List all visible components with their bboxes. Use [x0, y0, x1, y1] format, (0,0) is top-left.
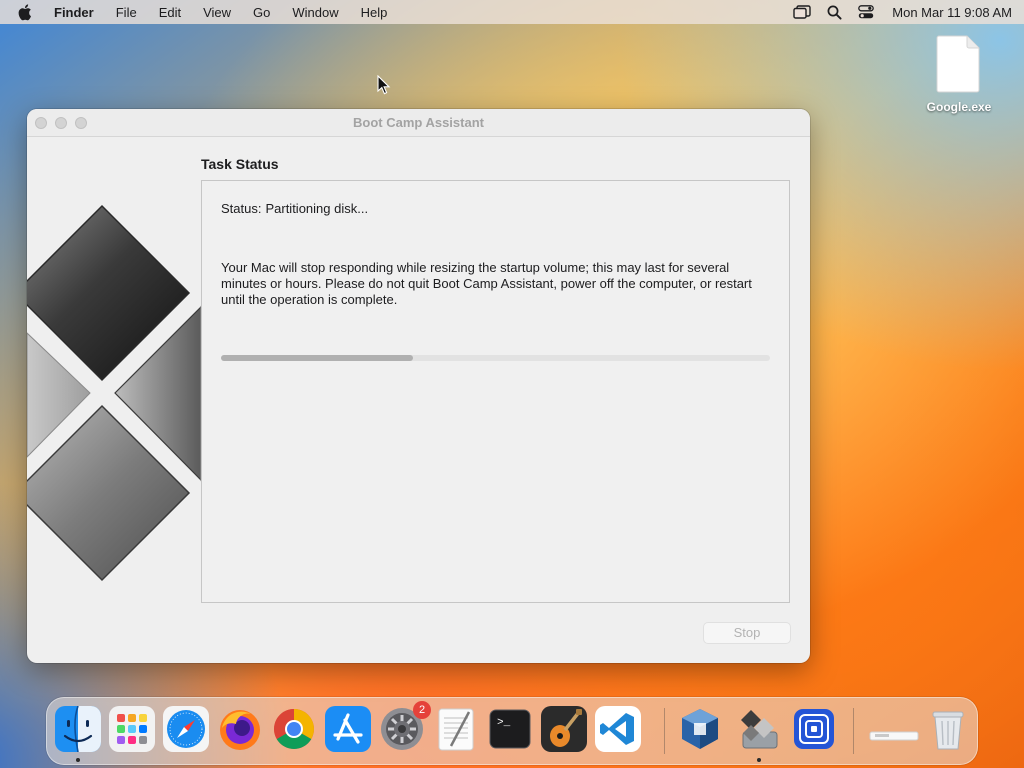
dock-trash-icon[interactable]: [925, 706, 971, 752]
dock-boot-camp-assistant-icon[interactable]: [737, 706, 783, 752]
control-center-icon[interactable]: [858, 5, 875, 19]
dock-firefox-icon[interactable]: [217, 706, 263, 752]
menu-app-finder[interactable]: Finder: [54, 5, 94, 20]
status-value: Partitioning disk...: [265, 201, 369, 216]
dock-app-store-icon[interactable]: [325, 706, 371, 752]
window-titlebar[interactable]: Boot Camp Assistant: [27, 109, 810, 137]
window-title: Boot Camp Assistant: [353, 115, 484, 130]
dock-downloads-stack-icon[interactable]: [869, 706, 919, 752]
desktop-file-label: Google.exe: [926, 100, 992, 114]
dock-garageband-icon[interactable]: [541, 706, 587, 752]
menu-edit[interactable]: Edit: [159, 5, 181, 20]
progress-bar-fill: [221, 355, 414, 361]
status-line: Status: Partitioning disk...: [221, 201, 368, 216]
dock-chrome-icon[interactable]: [271, 706, 317, 752]
dock-running-indicator: [76, 758, 80, 762]
task-status-panel: Status: Partitioning disk... Your Mac wil…: [201, 180, 790, 603]
progress-bar: [221, 355, 770, 361]
apple-menu-icon[interactable]: [18, 3, 36, 21]
spotlight-search-icon[interactable]: [827, 5, 842, 20]
dock: 2 >_: [46, 697, 978, 765]
dock-vscode-icon[interactable]: [595, 706, 641, 752]
dock-app-blue-icon[interactable]: [791, 706, 837, 752]
menu-go[interactable]: Go: [253, 5, 270, 20]
menu-bar-clock[interactable]: Mon Mar 11 9:08 AM: [892, 5, 1012, 20]
screen-mirroring-icon[interactable]: [793, 5, 811, 19]
menu-view[interactable]: View: [203, 5, 231, 20]
warning-message: Your Mac will stop responding while resi…: [221, 260, 752, 307]
dock-separator: [853, 708, 854, 754]
mouse-pointer-icon: [377, 74, 391, 95]
boot-camp-assistant-window: Boot Camp Assistant Task Status Status: …: [27, 109, 810, 663]
menu-window[interactable]: Window: [292, 5, 338, 20]
task-status-heading: Task Status: [201, 156, 279, 172]
dock-system-settings-icon[interactable]: 2: [379, 701, 431, 752]
document-icon: [935, 34, 983, 94]
dock-separator: [664, 708, 665, 754]
dock-virtualbox-icon[interactable]: [677, 706, 723, 752]
menu-file[interactable]: File: [116, 5, 137, 20]
dock-safari-icon[interactable]: [163, 706, 209, 752]
desktop-file-google-exe[interactable]: Google.exe: [922, 34, 996, 114]
dock-textedit-icon[interactable]: [433, 706, 479, 752]
menu-help[interactable]: Help: [361, 5, 388, 20]
dock-launchpad-icon[interactable]: [109, 706, 155, 752]
stop-button[interactable]: Stop: [703, 622, 791, 644]
notification-badge: 2: [413, 701, 431, 719]
svg-text:>_: >_: [497, 717, 511, 729]
dock-running-indicator: [757, 758, 761, 762]
status-label: Status:: [221, 201, 262, 216]
dock-terminal-icon[interactable]: >_: [487, 706, 533, 752]
menu-bar: Finder File Edit View Go Window Help Mon…: [0, 0, 1024, 24]
dock-finder-icon[interactable]: [55, 705, 101, 753]
